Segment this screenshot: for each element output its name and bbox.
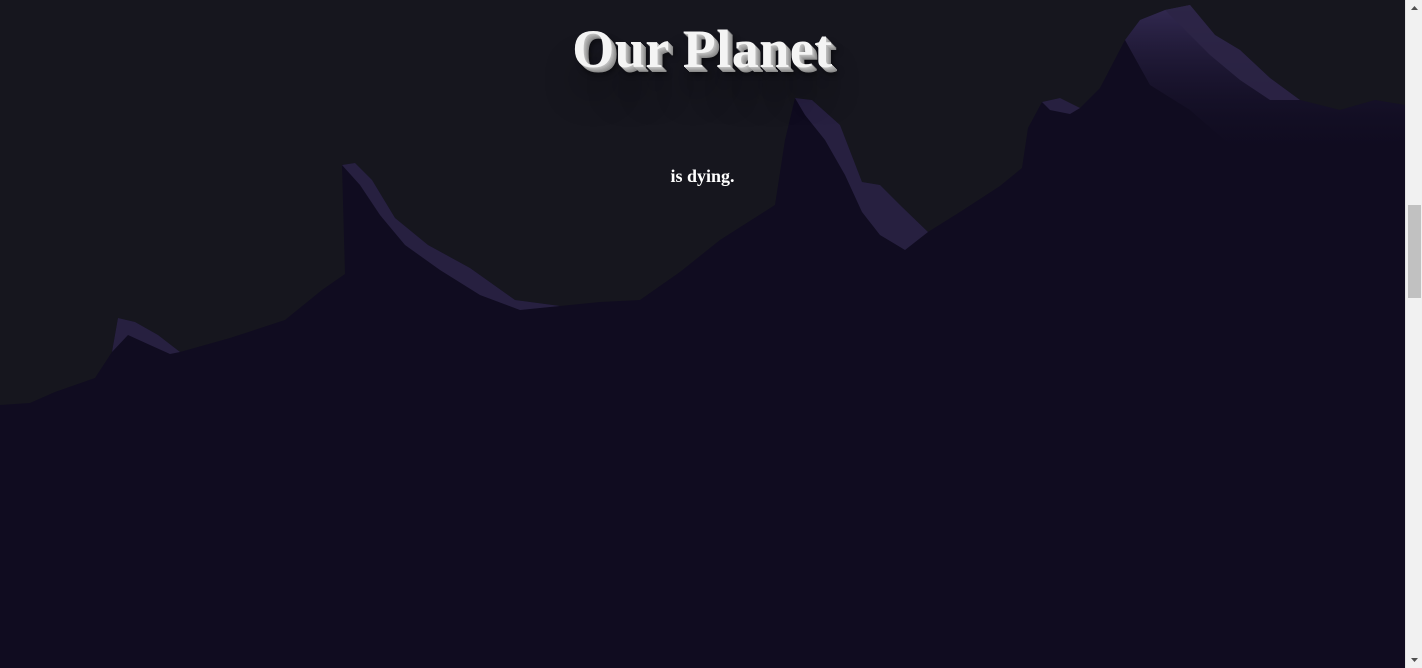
page-subtitle: is dying. bbox=[670, 166, 735, 186]
mountain-silhouette bbox=[0, 5, 1405, 668]
page-title: Our Planet bbox=[572, 19, 833, 79]
page-viewport: Our Planet is dying. bbox=[0, 0, 1405, 668]
chevron-down-icon[interactable] bbox=[1406, 651, 1422, 668]
vertical-scrollbar[interactable] bbox=[1405, 0, 1422, 668]
chevron-up-icon[interactable] bbox=[1406, 0, 1422, 17]
scrollbar-thumb[interactable] bbox=[1408, 205, 1421, 298]
